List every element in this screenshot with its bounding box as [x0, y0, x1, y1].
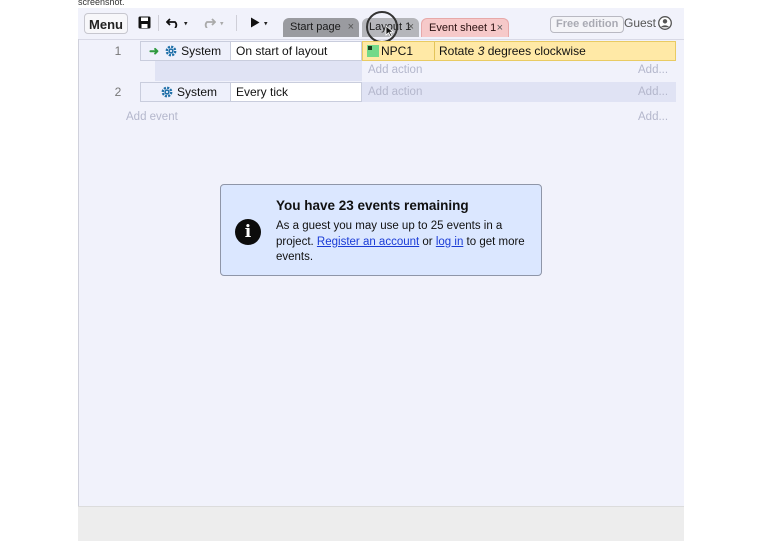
editor-window: Menu ▾ ▾ ▾ Start page × Layout 1 × Event… — [78, 8, 684, 541]
action-text-part: degrees clockwise — [484, 44, 586, 58]
clipped-caption: screenshot. — [78, 0, 125, 5]
gear-icon — [161, 86, 173, 98]
action-object-label: NPC1 — [381, 44, 414, 58]
add-more-link[interactable]: Add... — [638, 107, 668, 127]
add-more-link[interactable]: Add... — [638, 82, 668, 102]
notice-text: or — [419, 235, 436, 248]
add-more-link[interactable]: Add... — [638, 60, 668, 80]
add-event-link[interactable]: Add event — [126, 107, 178, 127]
mouse-cursor-icon — [385, 25, 394, 37]
condition-object-label: System — [177, 85, 218, 99]
event-number: 2 — [114, 85, 122, 99]
save-icon[interactable] — [136, 14, 152, 32]
action-row[interactable]: NPC1 Rotate 3 degrees clockwise — [362, 41, 676, 61]
add-action-link[interactable]: Add action — [368, 82, 422, 102]
action-text[interactable]: Rotate 3 degrees clockwise — [439, 42, 586, 60]
condition-object[interactable]: ➜ System — [140, 41, 231, 61]
event-number: 1 — [114, 44, 122, 58]
menu-button[interactable]: Menu — [84, 13, 128, 34]
sprite-icon — [367, 45, 379, 57]
play-icon[interactable]: ▾ — [246, 14, 272, 32]
user-label[interactable]: Guest — [624, 16, 656, 31]
gear-icon — [165, 45, 177, 57]
tab-start-page[interactable]: Start page × — [283, 18, 359, 37]
condition-text[interactable]: Every tick — [230, 82, 362, 102]
close-icon[interactable]: × — [348, 18, 354, 37]
info-icon: i — [235, 219, 261, 245]
redo-icon[interactable]: ▾ — [200, 14, 226, 32]
action-text-part: Rotate — [439, 44, 478, 58]
notice-title: You have 23 events remaining — [276, 198, 469, 213]
login-link[interactable]: log in — [436, 236, 464, 248]
close-icon[interactable]: × — [497, 19, 503, 38]
condition-object-label: System — [181, 44, 222, 58]
toolbar-divider — [158, 15, 159, 31]
condition-text[interactable]: On start of layout — [230, 41, 362, 61]
status-bar — [78, 506, 684, 541]
close-icon[interactable]: × — [408, 18, 414, 37]
add-action-link[interactable]: Add action — [368, 60, 422, 80]
toolbar: Menu ▾ ▾ ▾ Start page × Layout 1 × Event… — [78, 8, 684, 43]
user-icon[interactable] — [658, 16, 672, 30]
guest-limit-notice: i You have 23 events remaining As a gues… — [220, 184, 542, 276]
trigger-arrow-icon: ➜ — [149, 44, 160, 58]
sheet-left-border — [78, 39, 79, 506]
toolbar-divider — [236, 15, 237, 31]
notice-body: As a guest you may use up to 25 events i… — [276, 219, 526, 266]
tab-label: Event sheet 1 — [429, 22, 497, 34]
condition-empty-area — [155, 61, 362, 81]
register-link[interactable]: Register an account — [317, 236, 419, 248]
undo-icon[interactable]: ▾ — [166, 14, 188, 32]
edition-badge[interactable]: Free edition — [550, 16, 625, 33]
tab-event-sheet[interactable]: Event sheet 1 × — [421, 18, 509, 37]
condition-object[interactable]: System — [140, 82, 231, 102]
tab-label: Start page — [290, 21, 341, 33]
action-object[interactable]: NPC1 — [363, 42, 435, 60]
